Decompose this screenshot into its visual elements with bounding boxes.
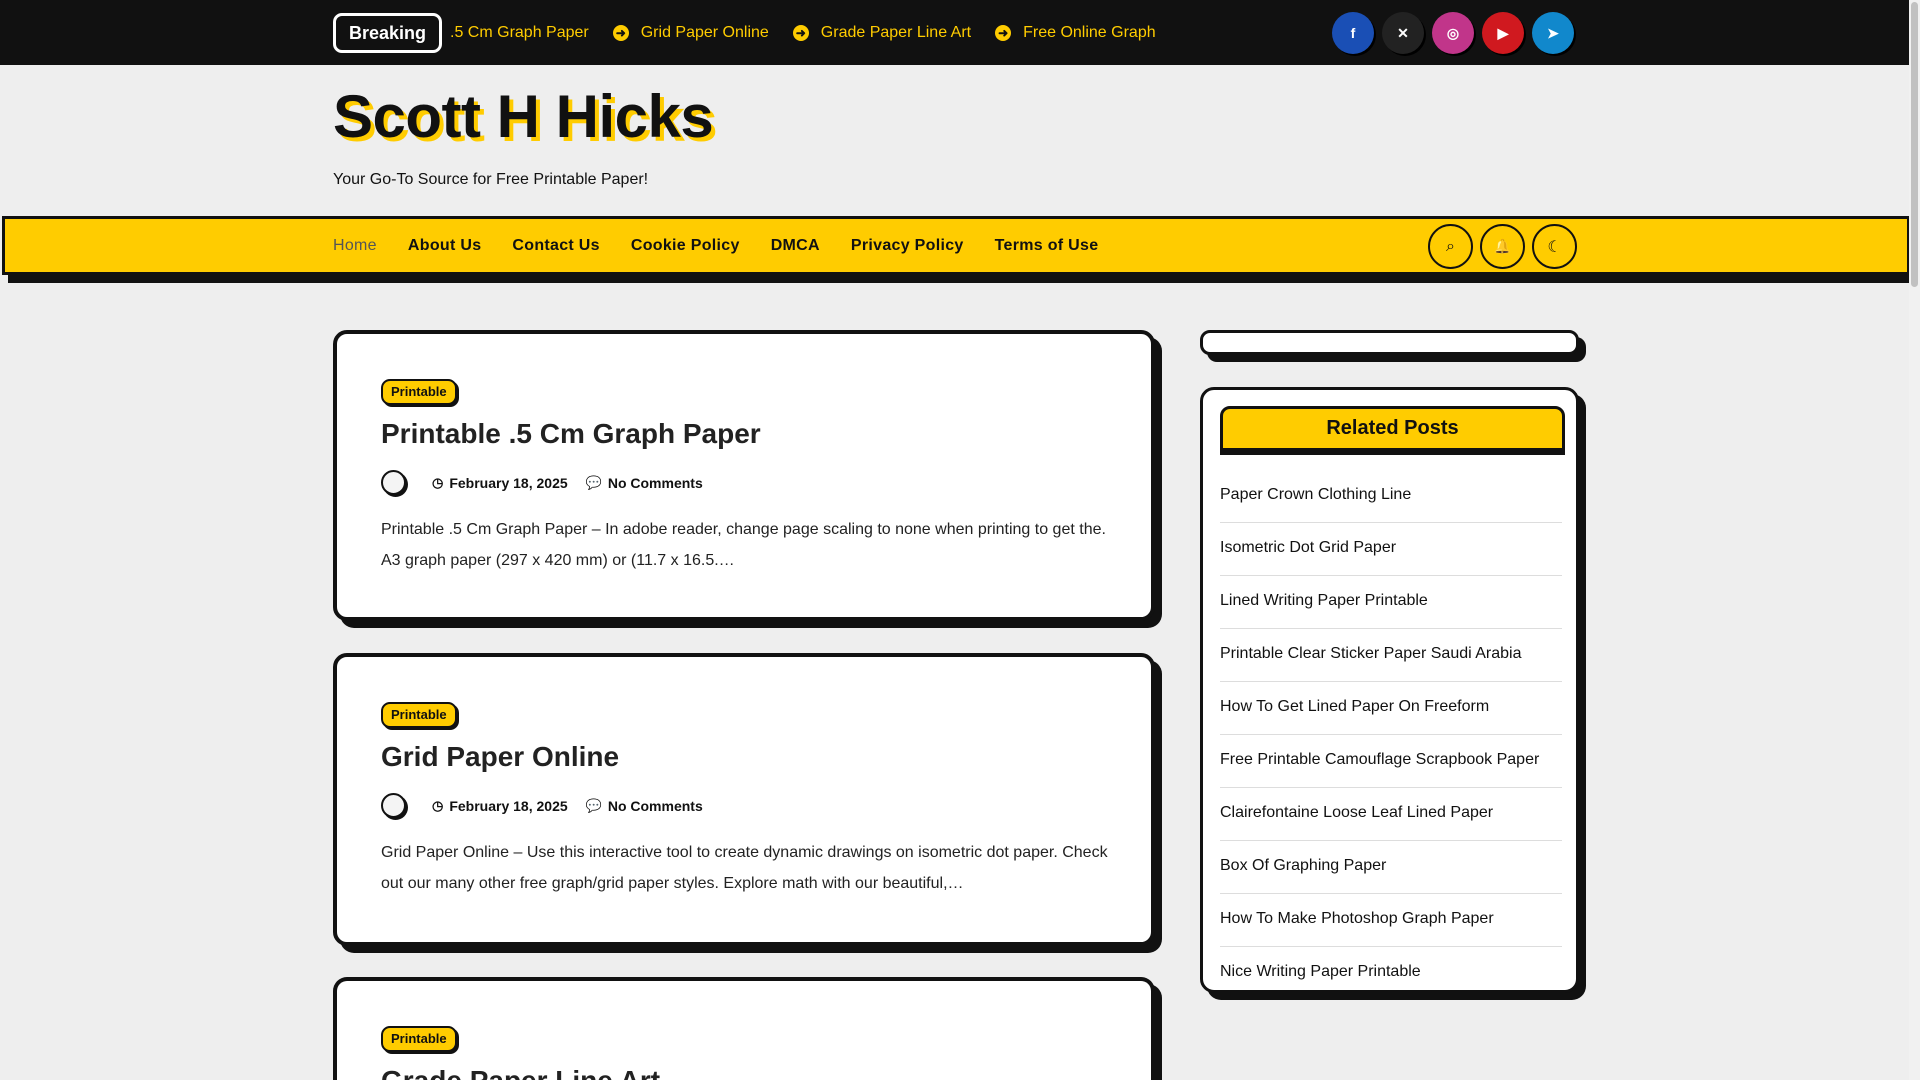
post-card: Printable Printable .5 Cm Graph Paper ◷ … [333,330,1155,621]
author-avatar[interactable] [381,470,406,495]
list-item[interactable]: How To Make Photoshop Graph Paper [1220,894,1562,947]
category-badge[interactable]: Printable [381,702,457,728]
main-nav: Home About Us Contact Us Cookie Policy D… [333,216,1129,275]
list-item[interactable]: Isometric Dot Grid Paper [1220,523,1562,576]
author-avatar[interactable] [381,793,406,818]
nav-home[interactable]: Home [333,237,377,255]
social-links: f ✕ ◎ ▶ ➤ [1332,12,1582,54]
facebook-icon[interactable]: f [1332,12,1374,54]
nav-tools: ⌕ 🔔 ☾ [1428,224,1584,269]
moon-icon[interactable]: ☾ [1532,224,1577,269]
list-item[interactable]: How To Get Lined Paper On Freeform [1220,682,1562,735]
site-tagline: Your Go-To Source for Free Printable Pap… [333,171,649,188]
list-item[interactable]: Paper Crown Clothing Line [1220,470,1562,523]
arrow-right-icon: ➜ [612,24,629,41]
post-meta: ◷ February 18, 2025 💬 No Comments [381,470,703,495]
list-item[interactable]: Lined Writing Paper Printable [1220,576,1562,629]
post-title[interactable]: Printable .5 Cm Graph Paper [381,418,761,450]
post-date[interactable]: February 18, 2025 [449,798,567,814]
bell-icon[interactable]: 🔔 [1480,224,1525,269]
instagram-icon[interactable]: ◎ [1432,12,1474,54]
post-comments[interactable]: No Comments [608,475,703,491]
ticker-item[interactable]: ➜ Grid Paper Online [612,24,769,42]
clock-icon: ◷ [432,474,444,490]
list-item[interactable]: Free Printable Camouflage Scrapbook Pape… [1220,735,1562,788]
ticker-item[interactable]: ➜ Free Online Graph [995,24,1156,42]
related-posts-widget: Related Posts Paper Crown Clothing Line … [1200,387,1579,993]
post-meta: ◷ February 18, 2025 💬 No Comments [381,793,703,818]
category-badge[interactable]: Printable [381,379,457,405]
list-item[interactable]: Nice Writing Paper Printable [1220,947,1562,1000]
scrollbar-thumb[interactable] [1911,2,1918,287]
breaking-ticker: ➜.5 Cm Graph Paper ➜Grid Paper Online ➜G… [450,0,1180,65]
post-card: Printable Grid Paper Online ◷ February 1… [333,653,1155,946]
search-icon[interactable]: ⌕ [1428,224,1473,269]
comments-icon: 💬 [585,797,602,813]
ticker-item[interactable]: ➜ Grade Paper Line Art [792,24,971,42]
nav-cookie-policy[interactable]: Cookie Policy [631,237,740,255]
list-item[interactable]: Clairefontaine Loose Leaf Lined Paper [1220,788,1562,841]
youtube-icon[interactable]: ▶ [1482,12,1524,54]
arrow-right-icon: ➜ [995,24,1012,41]
nav-contact-us[interactable]: Contact Us [512,237,599,255]
list-item[interactable]: Printable Clear Sticker Paper Saudi Arab… [1220,629,1562,682]
post-card: Printable Grade Paper Line Art [333,977,1155,1080]
nav-about-us[interactable]: About Us [408,237,482,255]
category-badge[interactable]: Printable [381,1026,457,1052]
post-excerpt: Grid Paper Online – Use this interactive… [381,844,1108,892]
nav-privacy-policy[interactable]: Privacy Policy [851,237,964,255]
telegram-icon[interactable]: ➤ [1532,12,1574,54]
comments-icon: 💬 [585,474,602,490]
list-item[interactable]: Box Of Graphing Paper [1220,841,1562,894]
ticker-item[interactable]: ➜.5 Cm Graph Paper [450,24,589,42]
post-title[interactable]: Grid Paper Online [381,741,619,773]
arrow-right-icon: ➜ [792,24,809,41]
widget-title: Related Posts [1220,406,1565,451]
nav-terms-of-use[interactable]: Terms of Use [995,237,1099,255]
post-title[interactable]: Grade Paper Line Art [381,1065,660,1080]
clock-icon: ◷ [432,797,444,813]
nav-dmca[interactable]: DMCA [771,237,820,255]
breaking-label: Breaking [333,13,443,53]
post-comments[interactable]: No Comments [608,798,703,814]
post-date[interactable]: February 18, 2025 [449,475,567,491]
post-excerpt: Printable .5 Cm Graph Paper – In adobe r… [381,521,1106,569]
site-title[interactable]: Scott H Hicks [333,82,714,151]
related-posts-list: Paper Crown Clothing Line Isometric Dot … [1220,470,1562,1000]
sidebar-search-widget [1200,330,1579,355]
x-icon[interactable]: ✕ [1382,12,1424,54]
